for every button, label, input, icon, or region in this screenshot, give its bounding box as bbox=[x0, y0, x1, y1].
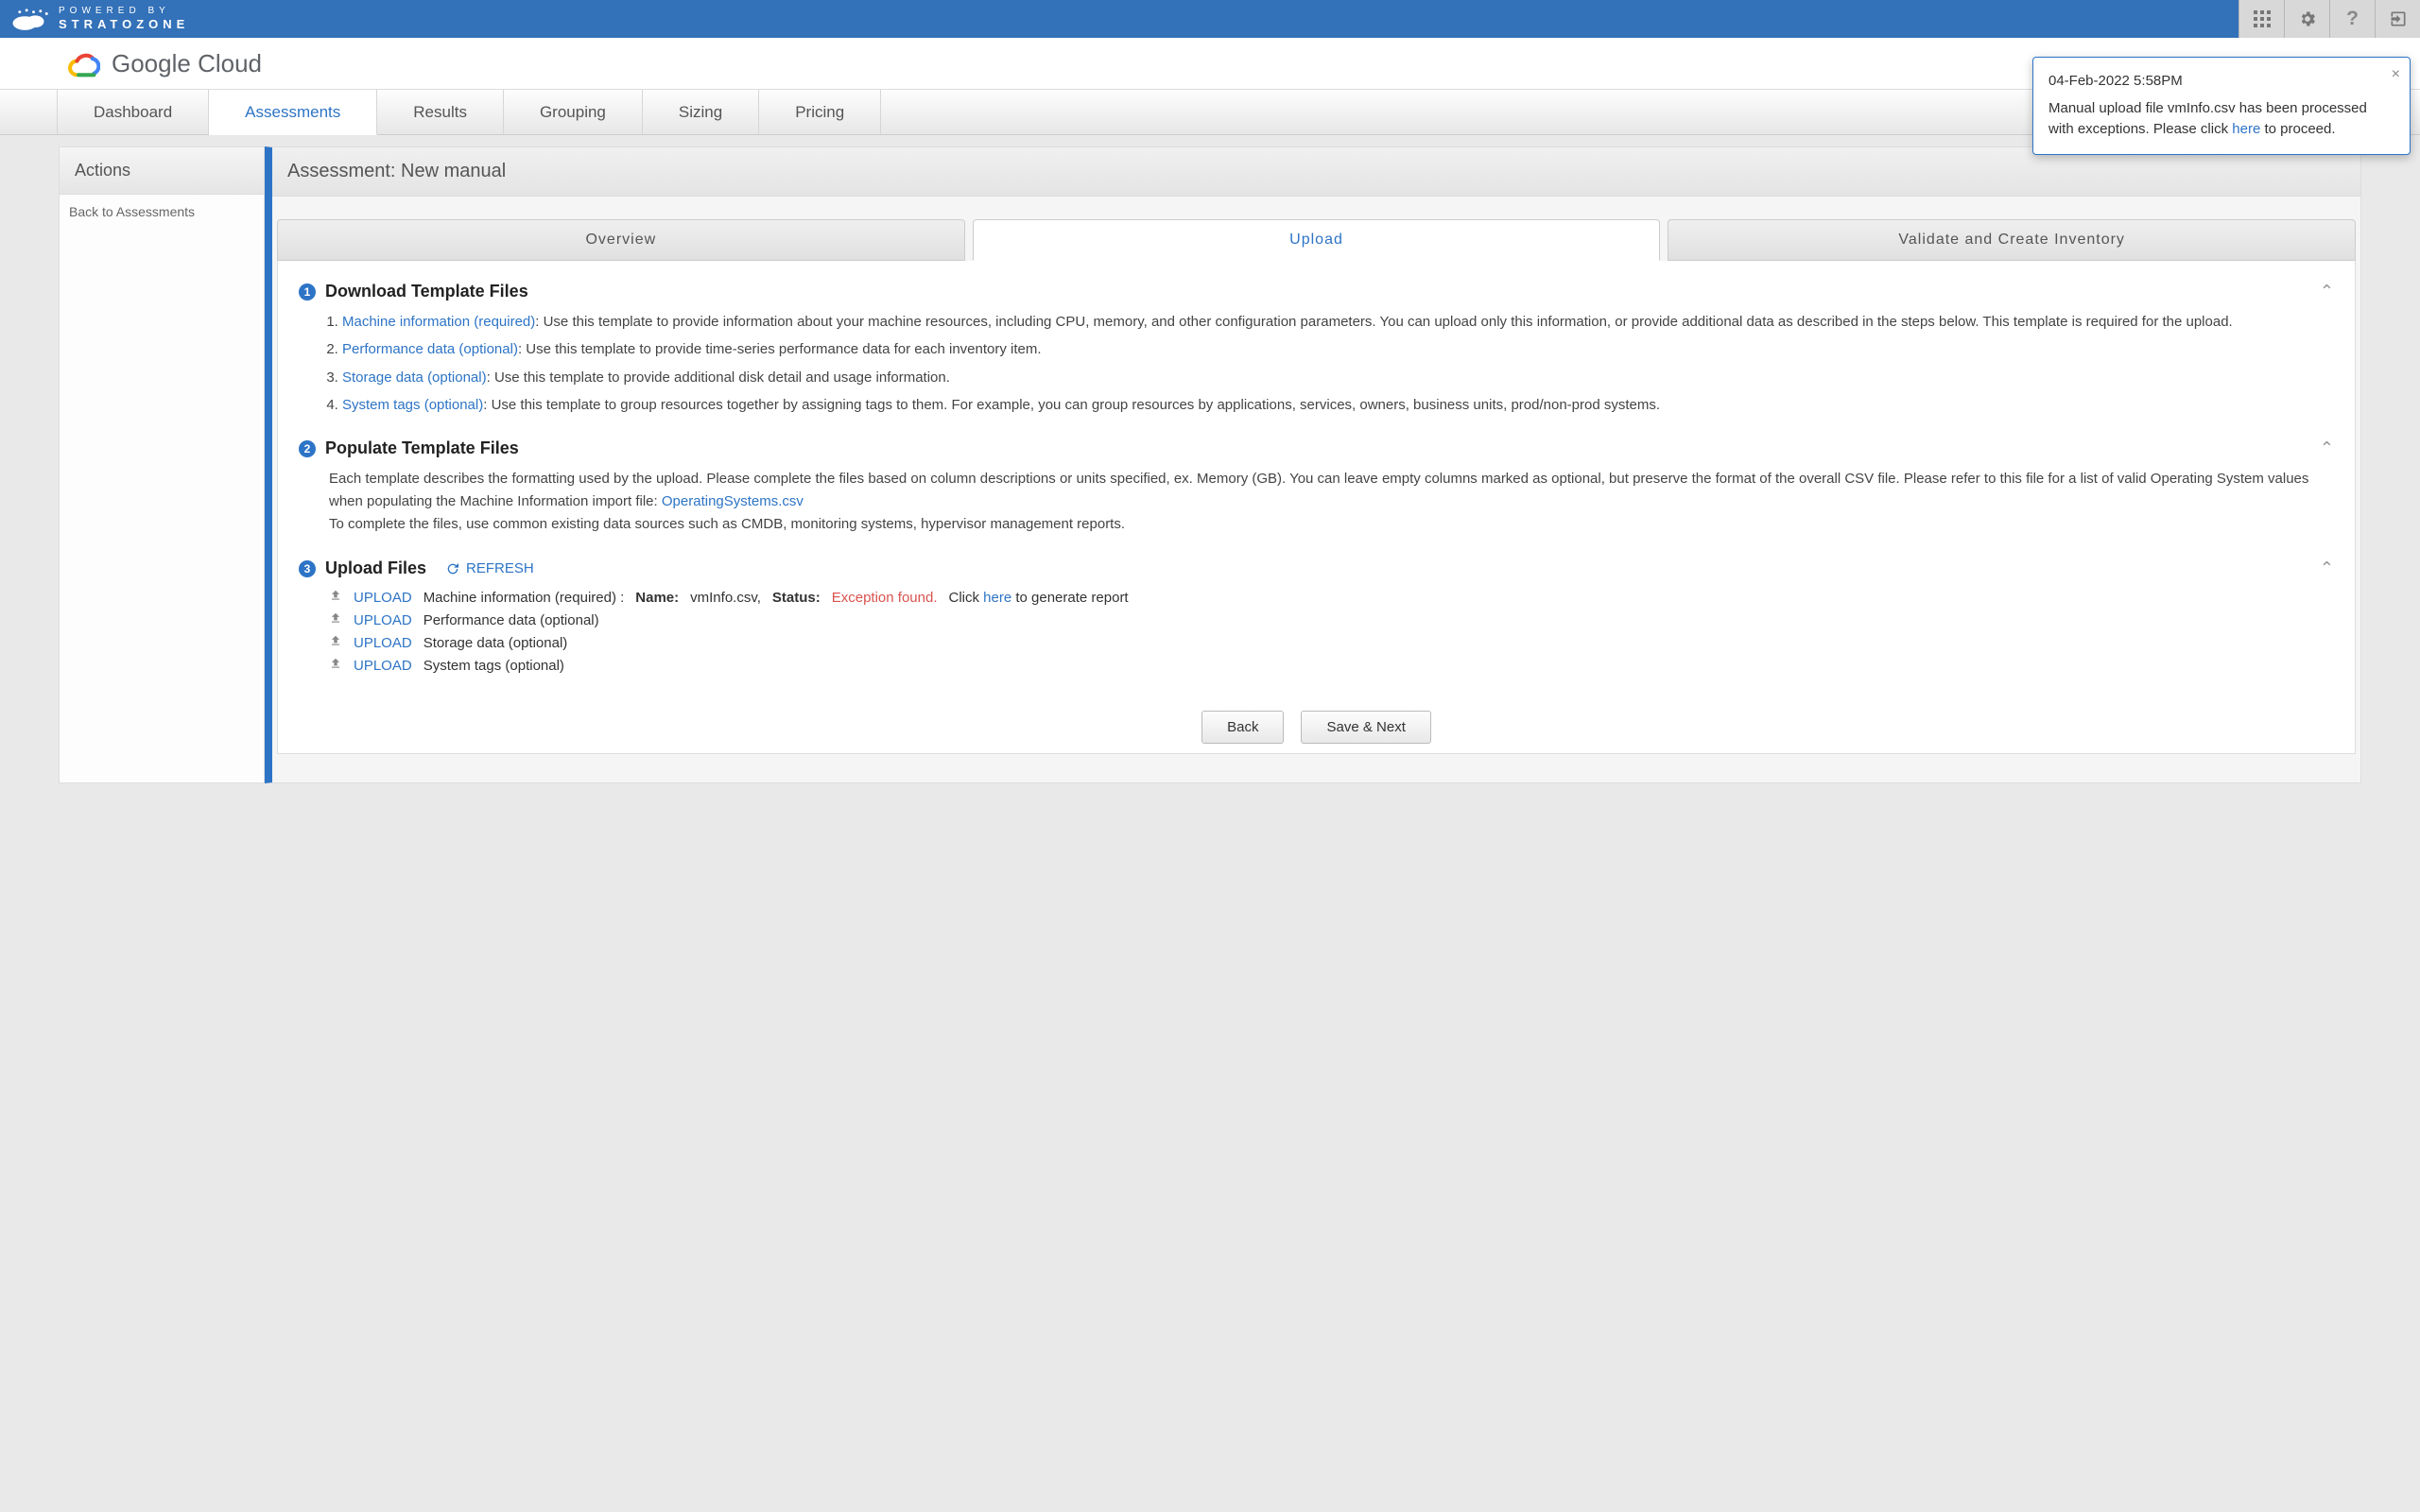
stratozone-text: POWERED BY STRATOZONE bbox=[59, 6, 189, 32]
toast-post: to proceed. bbox=[2260, 121, 2335, 137]
upload-status-val: Exception found. bbox=[832, 590, 938, 606]
upload-link-perf[interactable]: UPLOAD bbox=[354, 612, 412, 628]
upload-icon bbox=[329, 634, 342, 651]
nav-grouping[interactable]: Grouping bbox=[504, 90, 643, 134]
chevron-up-icon[interactable]: ⌃ bbox=[2320, 282, 2334, 301]
save-next-button[interactable]: Save & Next bbox=[1301, 711, 1430, 744]
google-cloud-icon bbox=[66, 49, 100, 77]
google-cloud-text: Google Cloud bbox=[112, 49, 262, 78]
step-1-badge: 1 bbox=[299, 284, 316, 301]
brand-light: Cloud bbox=[191, 49, 262, 77]
nav-results[interactable]: Results bbox=[377, 90, 504, 134]
upload-row-tags-label: System tags (optional) bbox=[424, 658, 564, 674]
template-item-perf: Performance data (optional): Use this te… bbox=[342, 338, 2334, 360]
help-icon[interactable]: ? bbox=[2329, 0, 2375, 38]
machine-info-text: : Use this template to provide informati… bbox=[535, 314, 2232, 330]
gear-icon[interactable] bbox=[2284, 0, 2329, 38]
section-download-templates: 1 Download Template Files ⌃ Machine info… bbox=[299, 282, 2334, 416]
sec2-post: To complete the files, use common existi… bbox=[329, 516, 1125, 532]
subtab-overview[interactable]: Overview bbox=[277, 219, 965, 261]
performance-text: : Use this template to provide time-seri… bbox=[518, 341, 1042, 357]
upload-row-storage: UPLOAD Storage data (optional) bbox=[329, 631, 2334, 654]
step-2-badge: 2 bbox=[299, 440, 316, 457]
page-title: Assessment: New manual bbox=[272, 147, 2360, 197]
upload-icon bbox=[329, 589, 342, 606]
tail-pre: Click bbox=[948, 590, 983, 606]
refresh-button[interactable]: REFRESH bbox=[445, 560, 534, 576]
upload-row-perf: UPLOAD Performance data (optional) bbox=[329, 609, 2334, 631]
storage-text: : Use this template to provide additiona… bbox=[487, 369, 950, 386]
apps-icon[interactable] bbox=[2238, 0, 2284, 38]
template-item-storage: Storage data (optional): Use this templa… bbox=[342, 367, 2334, 388]
toast-here-link[interactable]: here bbox=[2232, 121, 2260, 137]
upload-link-tags[interactable]: UPLOAD bbox=[354, 658, 412, 674]
nav-sizing[interactable]: Sizing bbox=[643, 90, 759, 134]
upload-row-machine: UPLOAD Machine information (required) : … bbox=[329, 586, 2334, 609]
upload-row-machine-label: Machine information (required) : bbox=[424, 590, 625, 606]
upload-link-storage[interactable]: UPLOAD bbox=[354, 635, 412, 651]
section-upload-files: 3 Upload Files REFRESH ⌃ UPLOAD Machine bbox=[299, 558, 2334, 677]
section-3-title: Upload Files bbox=[325, 558, 426, 578]
google-cloud-logo: Google Cloud bbox=[66, 49, 262, 78]
notification-toast: × 04-Feb-2022 5:58PM Manual upload file … bbox=[2032, 57, 2411, 155]
section-2-body: Each template describes the formatting u… bbox=[329, 468, 2334, 536]
machine-info-link[interactable]: Machine information (required) bbox=[342, 314, 535, 330]
section-populate-templates: 2 Populate Template Files ⌃ Each templat… bbox=[299, 438, 2334, 536]
upload-list: UPLOAD Machine information (required) : … bbox=[329, 586, 2334, 677]
upload-row-storage-label: Storage data (optional) bbox=[424, 635, 568, 651]
generate-report-link[interactable]: here bbox=[983, 590, 1011, 606]
upload-row-tags: UPLOAD System tags (optional) bbox=[329, 654, 2334, 677]
upload-icon bbox=[329, 657, 342, 674]
sec2-pre: Each template describes the formatting u… bbox=[329, 471, 2308, 509]
storage-link[interactable]: Storage data (optional) bbox=[342, 369, 487, 386]
powered-by-label: POWERED BY bbox=[59, 6, 189, 17]
logout-icon[interactable] bbox=[2375, 0, 2420, 38]
section-1-title: Download Template Files bbox=[325, 282, 528, 301]
topbar-brand: POWERED BY STRATOZONE bbox=[0, 6, 189, 32]
main: Actions Back to Assessments Assessment: … bbox=[0, 135, 2420, 783]
stratozone-label: STRATOZONE bbox=[59, 17, 189, 32]
content: Assessment: New manual Overview Upload V… bbox=[265, 146, 2361, 783]
chevron-up-icon[interactable]: ⌃ bbox=[2320, 558, 2334, 578]
refresh-label: REFRESH bbox=[466, 560, 534, 576]
operating-systems-link[interactable]: OperatingSystems.csv bbox=[662, 493, 804, 509]
toast-time: 04-Feb-2022 5:58PM bbox=[2048, 71, 2394, 93]
sidebar: Actions Back to Assessments bbox=[59, 146, 265, 783]
toast-message: Manual upload file vmInfo.csv has been p… bbox=[2048, 98, 2394, 141]
upload-status-key: Status: bbox=[772, 590, 821, 606]
tail-post: to generate report bbox=[1011, 590, 1128, 606]
subtab-upload[interactable]: Upload bbox=[973, 219, 1661, 261]
refresh-icon bbox=[445, 561, 460, 576]
nav-pricing[interactable]: Pricing bbox=[759, 90, 881, 134]
generate-report-text: Click here to generate report bbox=[948, 590, 1128, 606]
topbar: POWERED BY STRATOZONE ? bbox=[0, 0, 2420, 38]
upload-name-val: vmInfo.csv, bbox=[690, 590, 761, 606]
button-row: Back Save & Next bbox=[299, 711, 2334, 744]
sidebar-title: Actions bbox=[60, 147, 264, 195]
step-3-badge: 3 bbox=[299, 560, 316, 577]
back-to-assessments-link[interactable]: Back to Assessments bbox=[60, 195, 264, 229]
nav-dashboard[interactable]: Dashboard bbox=[57, 90, 209, 134]
back-button[interactable]: Back bbox=[1201, 711, 1284, 744]
upload-name-key: Name: bbox=[635, 590, 679, 606]
subtab-validate[interactable]: Validate and Create Inventory bbox=[1668, 219, 2356, 261]
section-2-title: Populate Template Files bbox=[325, 438, 519, 458]
performance-link[interactable]: Performance data (optional) bbox=[342, 341, 518, 357]
template-list: Machine information (required): Use this… bbox=[342, 311, 2334, 416]
system-tags-text: : Use this template to group resources t… bbox=[483, 397, 1660, 413]
upload-icon bbox=[329, 611, 342, 628]
upload-row-perf-label: Performance data (optional) bbox=[424, 612, 599, 628]
template-item-tags: System tags (optional): Use this templat… bbox=[342, 394, 2334, 416]
system-tags-link[interactable]: System tags (optional) bbox=[342, 397, 483, 413]
close-icon[interactable]: × bbox=[2392, 63, 2400, 86]
nav-assessments[interactable]: Assessments bbox=[209, 90, 377, 135]
brand-bold: Google bbox=[112, 49, 191, 77]
subtabs: Overview Upload Validate and Create Inve… bbox=[272, 197, 2360, 261]
topbar-actions: ? bbox=[2238, 0, 2420, 38]
upload-link-machine[interactable]: UPLOAD bbox=[354, 590, 412, 606]
stratozone-cloud-icon bbox=[8, 6, 49, 32]
upload-panel: 1 Download Template Files ⌃ Machine info… bbox=[277, 261, 2356, 754]
template-item-machine: Machine information (required): Use this… bbox=[342, 311, 2334, 333]
chevron-up-icon[interactable]: ⌃ bbox=[2320, 438, 2334, 458]
